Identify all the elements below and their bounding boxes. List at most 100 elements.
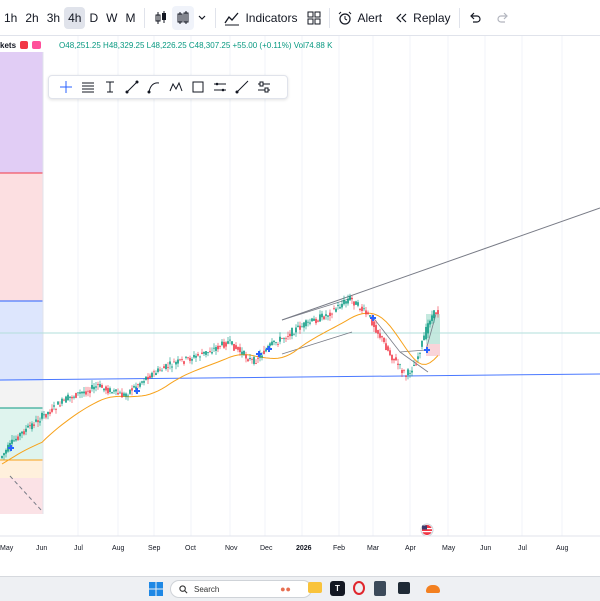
candle-body	[33, 424, 35, 426]
horizontal-lines-tool[interactable]	[77, 76, 99, 98]
candle-body	[15, 438, 17, 441]
timeframe-d[interactable]: D	[85, 7, 102, 29]
x-tick-label: Nov	[225, 545, 238, 552]
x-tick-label: 2026	[296, 545, 312, 552]
timeframe-2h[interactable]: 2h	[21, 7, 42, 29]
candle-body	[39, 421, 41, 423]
redo-button[interactable]	[493, 6, 513, 30]
candle-body	[427, 323, 429, 334]
candle-body	[189, 357, 191, 361]
candle-body	[131, 388, 133, 391]
settings-tool[interactable]	[253, 76, 275, 98]
x-tick-label: Oct	[185, 545, 196, 552]
candle-body	[207, 351, 209, 353]
ray-tool[interactable]	[231, 76, 253, 98]
price-chart[interactable]: May Jun Jul Aug Sep Oct Nov Dec 2026 Feb…	[0, 36, 600, 576]
candle-body	[89, 390, 91, 394]
candle-body	[343, 299, 345, 305]
opera-browser-icon[interactable]	[353, 581, 365, 595]
indicators-button[interactable]: Indicators	[221, 6, 300, 30]
chart-type-button[interactable]	[172, 5, 195, 30]
candle-body	[231, 341, 233, 345]
search-highlight-icon: ●●	[280, 584, 291, 594]
horizontal-lines-icon	[82, 82, 94, 93]
pattern-tool[interactable]	[165, 76, 187, 98]
trend-line-tool[interactable]	[121, 76, 143, 98]
candle-body	[43, 414, 45, 416]
candle-body	[55, 409, 57, 410]
candle-body	[145, 376, 147, 380]
text-tool[interactable]	[99, 76, 121, 98]
timeframe-4h[interactable]: 4h	[64, 6, 86, 29]
top-toolbar: 1h 2h 3h 4h D W M Indicators Alert Repla…	[0, 0, 600, 36]
candle-body	[377, 330, 379, 334]
curve-tool[interactable]	[143, 76, 165, 98]
app-icon-dark[interactable]	[398, 582, 410, 594]
candle-body	[431, 315, 433, 321]
candle-body	[99, 384, 101, 387]
timeframe-m[interactable]: M	[121, 7, 139, 29]
tradingview-app-icon[interactable]: T	[330, 581, 345, 596]
calculator-icon[interactable]	[374, 581, 386, 596]
candle-body	[205, 351, 207, 355]
cloud-app-icon[interactable]	[426, 585, 440, 593]
windows-start-icon[interactable]	[149, 582, 163, 596]
candle-body	[369, 315, 371, 317]
undo-icon	[469, 12, 481, 23]
candle-body	[297, 325, 299, 327]
candle-body	[185, 356, 187, 358]
candle-body	[211, 352, 213, 354]
rectangle-tool[interactable]	[187, 76, 209, 98]
candle-body	[41, 412, 43, 419]
crosshair-tool[interactable]	[55, 76, 77, 98]
candle-body	[363, 308, 365, 310]
candle-body	[191, 359, 193, 361]
timeframe-1h[interactable]: 1h	[0, 7, 21, 29]
chart-type-dropdown[interactable]	[194, 6, 210, 30]
candle-body	[167, 366, 169, 368]
replay-button[interactable]: Replay	[391, 6, 453, 30]
candle-body	[113, 390, 115, 392]
file-explorer-icon[interactable]	[308, 582, 322, 593]
candle-body	[143, 381, 145, 383]
candle-body	[123, 393, 125, 396]
us-flag-event-icon[interactable]	[420, 523, 434, 537]
settings-sliders-icon	[258, 81, 270, 93]
timeframe-3h[interactable]: 3h	[43, 7, 64, 29]
candles-style-button[interactable]	[150, 6, 172, 30]
candle-body	[193, 355, 195, 358]
candle-body	[291, 327, 293, 337]
candle-body	[93, 386, 95, 390]
candle-body	[279, 336, 281, 342]
candle-body	[251, 358, 253, 360]
parallel-channel-tool[interactable]	[209, 76, 231, 98]
x-tick-label: Aug	[112, 545, 125, 552]
candle-body	[247, 359, 249, 362]
candle-body	[257, 358, 259, 360]
candle-body	[333, 308, 335, 310]
candle-body	[245, 354, 247, 359]
undo-button[interactable]	[465, 6, 485, 30]
timeframe-w[interactable]: W	[102, 7, 121, 29]
menu-dot[interactable]	[32, 41, 42, 49]
candle-body	[165, 364, 167, 370]
candle-body	[95, 386, 97, 388]
layouts-button[interactable]	[304, 6, 324, 30]
candle-body	[25, 428, 27, 432]
candle-body	[419, 353, 421, 354]
candle-body	[121, 392, 123, 398]
taskbar-search-box[interactable]: Search ●●	[170, 580, 312, 598]
candle-body	[375, 325, 377, 333]
candle-body	[335, 308, 337, 312]
alert-button[interactable]: Alert	[335, 6, 385, 30]
candle-body	[217, 345, 219, 350]
candle-body	[285, 338, 287, 340]
candle-body	[75, 393, 77, 398]
x-tick-label: Sep	[148, 545, 161, 552]
candle-body	[45, 413, 47, 418]
candle-body	[101, 385, 103, 388]
candle-body	[389, 350, 391, 356]
search-icon	[179, 584, 188, 593]
symbol-name[interactable]: kets	[0, 41, 16, 50]
toolbar-divider	[458, 7, 460, 28]
